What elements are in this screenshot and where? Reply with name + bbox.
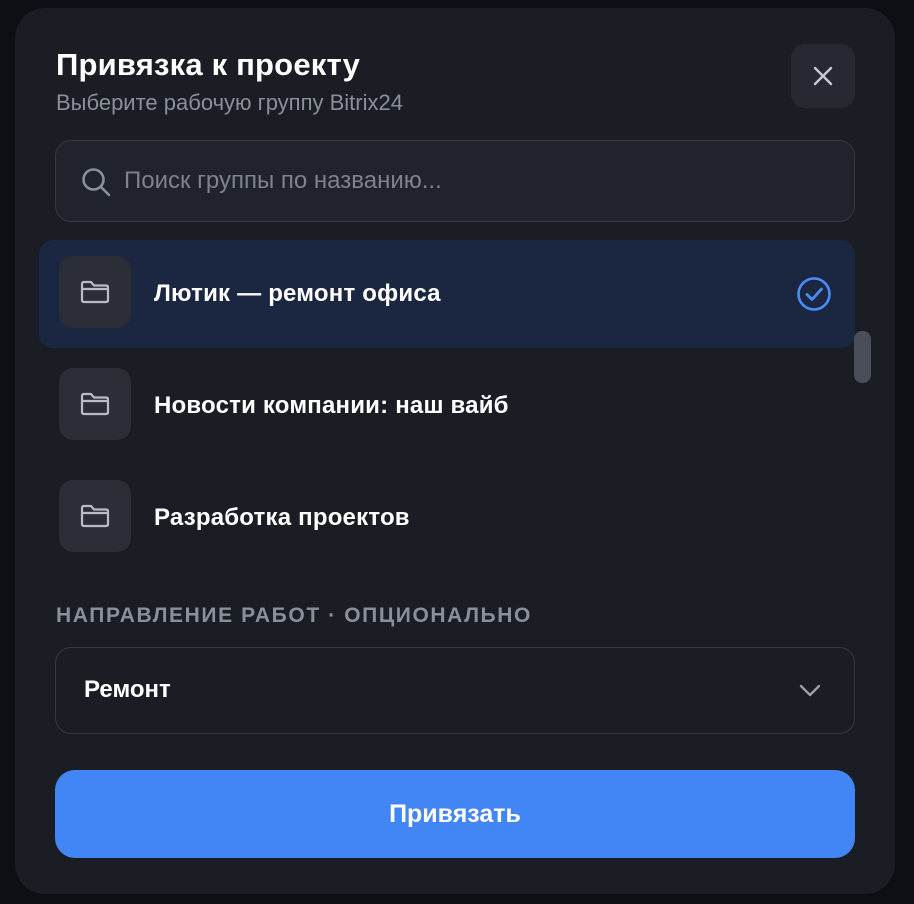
group-item-label: Разработка проектов xyxy=(154,504,410,531)
close-icon xyxy=(813,66,833,86)
dialog-subtitle: Выберите рабочую группу Bitrix24 xyxy=(56,90,403,115)
folder-icon xyxy=(80,392,110,416)
group-item-label: Лютик — ремонт офиса xyxy=(154,280,441,307)
group-list: Лютик — ремонт офиса Новости компании: н… xyxy=(39,240,855,580)
search-icon xyxy=(82,168,111,197)
group-item-2[interactable]: Новости компании: наш вайб xyxy=(39,352,855,460)
folder-icon xyxy=(80,280,110,304)
group-item-1[interactable]: Лютик — ремонт офиса xyxy=(39,240,855,348)
list-scrollbar[interactable] xyxy=(854,331,871,383)
group-item-3[interactable]: Разработка проектов xyxy=(39,464,855,572)
folder-tile xyxy=(59,256,131,328)
group-item-label: Новости компании: наш вайб xyxy=(154,392,509,419)
bind-button[interactable]: Привязать xyxy=(55,770,855,858)
direction-select-value: Ремонт xyxy=(84,676,171,703)
bind-project-dialog: Привязка к проекту Выберите рабочую груп… xyxy=(15,8,895,894)
direction-section-label: НАПРАВЛЕНИЕ РАБОТ · ОПЦИОНАЛЬНО xyxy=(56,604,532,627)
chevron-down-icon xyxy=(799,684,821,697)
search-input[interactable] xyxy=(124,141,834,220)
folder-tile xyxy=(59,368,131,440)
folder-tile xyxy=(59,480,131,552)
folder-icon xyxy=(80,504,110,528)
search-field[interactable] xyxy=(55,140,855,222)
direction-select[interactable]: Ремонт xyxy=(55,647,855,734)
check-circle-icon xyxy=(797,277,831,311)
dialog-title: Привязка к проекту xyxy=(56,47,361,82)
close-button[interactable] xyxy=(791,44,855,108)
